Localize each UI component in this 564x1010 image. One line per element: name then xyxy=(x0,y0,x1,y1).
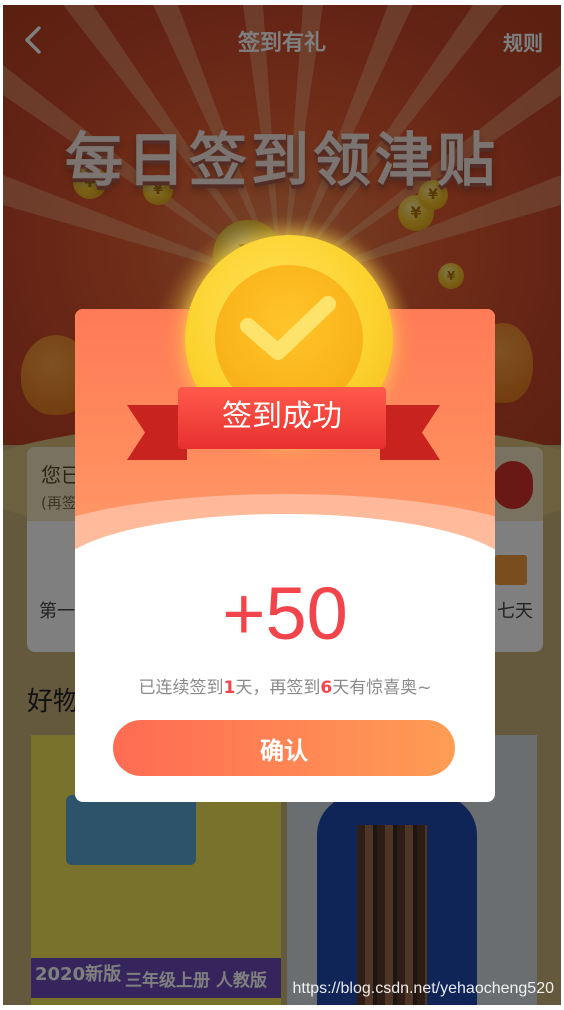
watermark: https://blog.csdn.net/yehaocheng520 xyxy=(292,980,554,997)
checkmark-icon xyxy=(240,296,336,360)
days-done: 1 xyxy=(223,678,236,698)
confirm-button[interactable]: 确认 xyxy=(113,720,455,776)
days-left: 6 xyxy=(320,678,333,698)
success-ribbon: 签到成功 xyxy=(178,387,386,449)
reward-amount: +50 xyxy=(222,572,348,655)
desc-suffix: 天有惊喜奥~ xyxy=(332,678,432,698)
streak-description: 已连续签到1天，再签到6天有惊喜奥~ xyxy=(75,673,495,698)
desc-prefix: 已连续签到 xyxy=(138,678,224,698)
desc-middle: 天，再签到 xyxy=(235,678,321,698)
